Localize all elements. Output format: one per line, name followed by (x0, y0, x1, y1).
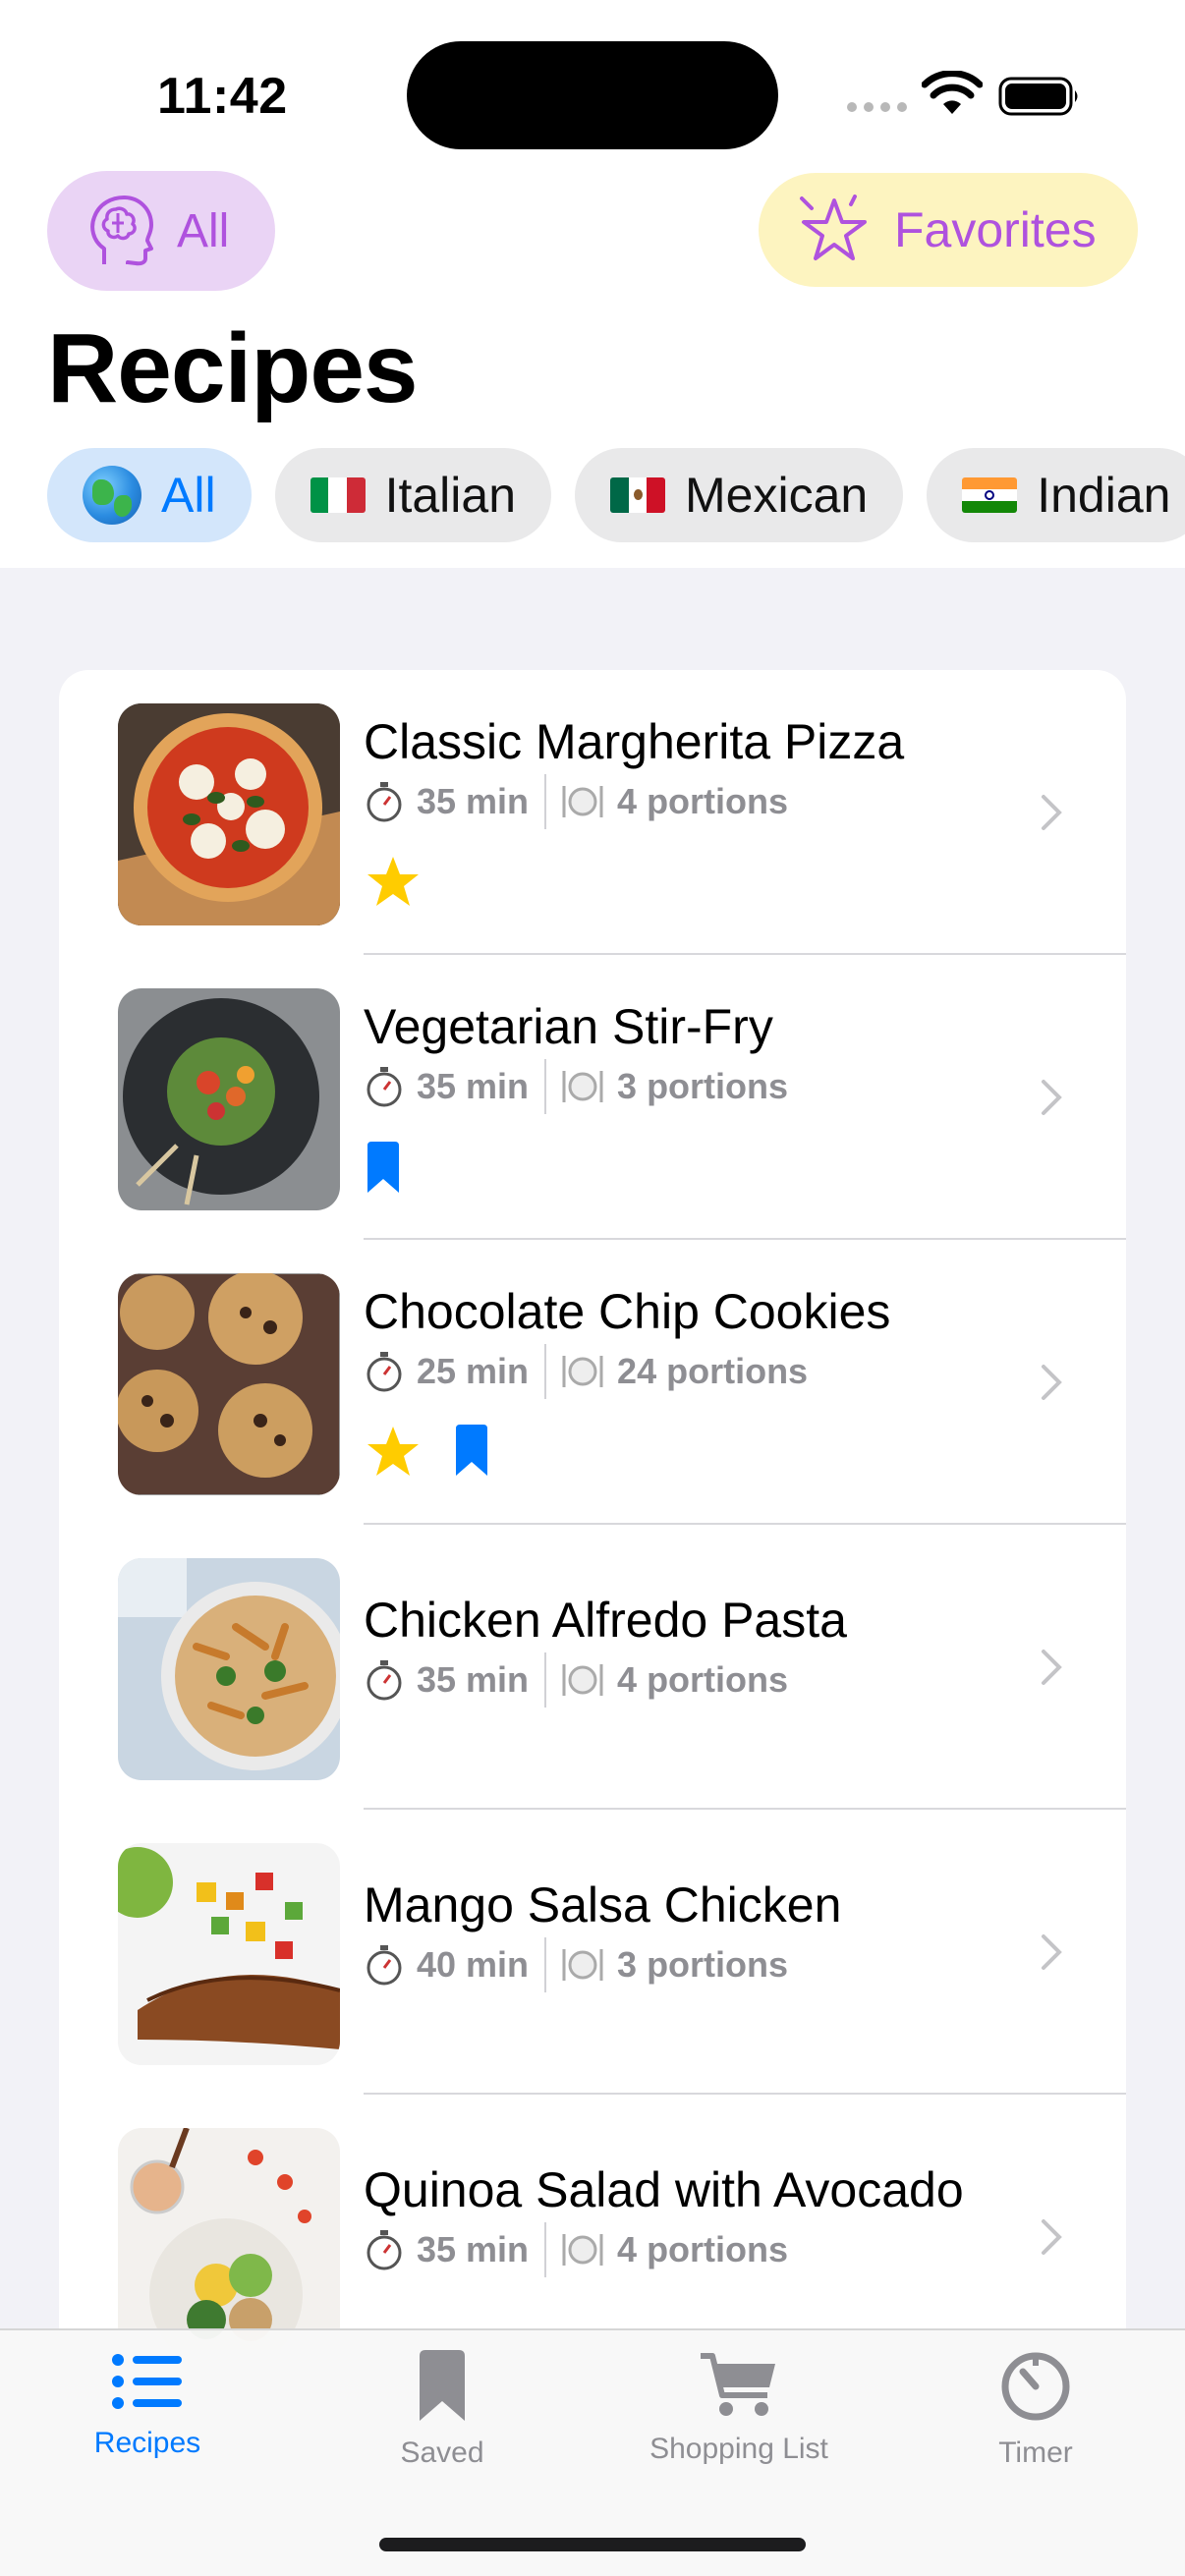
filter-all-button[interactable]: All (47, 171, 275, 291)
recipe-badges (366, 1142, 401, 1195)
recipe-time: 35 min (417, 1659, 530, 1700)
cuisine-chip-all[interactable]: All (47, 448, 252, 542)
recipe-meta: 40 min 3 portions (364, 1937, 788, 1992)
recipe-portions: 4 portions (617, 1659, 789, 1700)
chevron-right-icon (1042, 1080, 1062, 1115)
cuisine-chip-mexican[interactable]: Mexican (575, 448, 904, 542)
recipe-title: Classic Margherita Pizza (364, 714, 905, 769)
recipe-portions: 24 portions (617, 1351, 809, 1391)
recipe-time: 40 min (417, 1944, 530, 1985)
recipe-portions: 3 portions (617, 1944, 789, 1985)
recipe-badges (366, 855, 421, 908)
recipe-thumbnail (118, 1843, 340, 2065)
dynamic-island (407, 41, 778, 149)
recipe-meta: 25 min 24 portions (364, 1344, 808, 1399)
status-time: 11:42 (157, 68, 288, 125)
chevron-right-icon (1042, 1650, 1062, 1685)
recipe-row[interactable]: Vegetarian Stir-Fry 35 min 3 portions (59, 955, 1126, 1240)
chevron-right-icon (1042, 2219, 1062, 2255)
recipe-badges (366, 1425, 489, 1478)
filter-all-label: All (177, 204, 230, 257)
brain-head-icon (90, 196, 153, 266)
recipe-meta: 35 min 4 portions (364, 774, 788, 829)
favorites-label: Favorites (894, 202, 1097, 257)
battery-icon (998, 77, 1078, 116)
timer-icon (1001, 2352, 1070, 2421)
india-flag-icon (962, 477, 1018, 513)
recipe-meta: 35 min 3 portions (364, 1059, 788, 1114)
stopwatch-icon (364, 1350, 405, 1393)
recipe-portions: 3 portions (617, 1066, 789, 1106)
star-sparkle-icon (800, 195, 867, 260)
plate-icon (560, 2230, 605, 2269)
cart-icon (701, 2353, 775, 2416)
cuisine-chip-label: Mexican (685, 468, 869, 523)
cuisine-chip-label: Indian (1037, 468, 1171, 523)
cuisine-chip-italian[interactable]: Italian (274, 448, 552, 542)
stopwatch-icon (364, 780, 405, 823)
favorites-button[interactable]: Favorites (759, 173, 1138, 287)
recipe-row[interactable]: Classic Margherita Pizza 35 min 4 portio… (59, 670, 1126, 955)
stopwatch-icon (364, 2228, 405, 2271)
recipe-thumbnail (118, 1273, 340, 1495)
plate-icon (560, 1352, 605, 1391)
recipe-time: 35 min (417, 781, 530, 821)
recipe-meta: 35 min 4 portions (364, 1652, 788, 1708)
recipe-thumbnail (118, 988, 340, 1210)
stopwatch-icon (364, 1943, 405, 1987)
recipe-title: Mango Salsa Chicken (364, 1877, 842, 1932)
chevron-right-icon (1042, 795, 1062, 830)
wifi-icon (922, 71, 983, 114)
tab-label: Recipes (93, 2427, 201, 2459)
stopwatch-icon (364, 1658, 405, 1702)
recipe-thumbnail (118, 703, 340, 925)
tab-shopping-list[interactable]: Shopping List (621, 2350, 857, 2466)
recipe-portions: 4 portions (617, 2229, 789, 2269)
page-title: Recipes (47, 313, 419, 423)
cuisine-chip-label: All (161, 468, 216, 523)
plate-icon (560, 1660, 605, 1700)
recipe-list: Classic Margherita Pizza 35 min 4 portio… (59, 670, 1126, 2399)
saved-bookmark-icon (367, 1142, 399, 1193)
list-icon (112, 2354, 182, 2409)
recipe-row[interactable]: Chocolate Chip Cookies 25 min 24 portion… (59, 1240, 1126, 1525)
recipe-time: 35 min (417, 1066, 530, 1106)
recipe-thumbnail (118, 2128, 340, 2350)
recipe-portions: 4 portions (617, 781, 789, 821)
tab-saved[interactable]: Saved (324, 2350, 560, 2470)
tab-recipes[interactable]: Recipes (29, 2350, 265, 2460)
globe-icon (83, 466, 141, 525)
recipe-title: Vegetarian Stir-Fry (364, 999, 773, 1054)
chevron-right-icon (1042, 1365, 1062, 1400)
tab-label: Saved (400, 2436, 484, 2469)
recipe-meta: 35 min 4 portions (364, 2222, 788, 2277)
plate-icon (560, 782, 605, 821)
recipe-time: 35 min (417, 2229, 530, 2269)
home-indicator (379, 2538, 806, 2551)
plate-icon (560, 1945, 605, 1985)
stopwatch-icon (364, 1065, 405, 1108)
bookmark-icon (420, 2350, 465, 2421)
favorite-star-icon (367, 857, 419, 906)
cuisine-filter-bar: All Italian Mexican Indian (47, 448, 1185, 546)
recipe-thumbnail (118, 1558, 340, 1780)
tab-label: Timer (998, 2436, 1073, 2469)
chevron-right-icon (1042, 1934, 1062, 1970)
recipe-title: Quinoa Salad with Avocado (364, 2162, 964, 2217)
plate-icon (560, 1067, 605, 1106)
cellular-signal-icon (847, 102, 907, 112)
cuisine-chip-label: Italian (384, 468, 517, 523)
tab-label: Shopping List (649, 2433, 828, 2465)
tab-timer[interactable]: Timer (918, 2350, 1154, 2470)
recipe-time: 25 min (417, 1351, 530, 1391)
recipe-title: Chocolate Chip Cookies (364, 1284, 891, 1339)
recipe-title: Chicken Alfredo Pasta (364, 1593, 847, 1648)
saved-bookmark-icon (456, 1425, 487, 1476)
recipe-row[interactable]: Chicken Alfredo Pasta 35 min 4 portions (59, 1525, 1126, 1810)
cuisine-chip-indian[interactable]: Indian (927, 448, 1185, 542)
recipe-row[interactable]: Mango Salsa Chicken 40 min 3 portions (59, 1810, 1126, 2095)
mexico-flag-icon (610, 477, 666, 513)
favorite-star-icon (367, 1427, 419, 1476)
italy-flag-icon (310, 477, 366, 513)
